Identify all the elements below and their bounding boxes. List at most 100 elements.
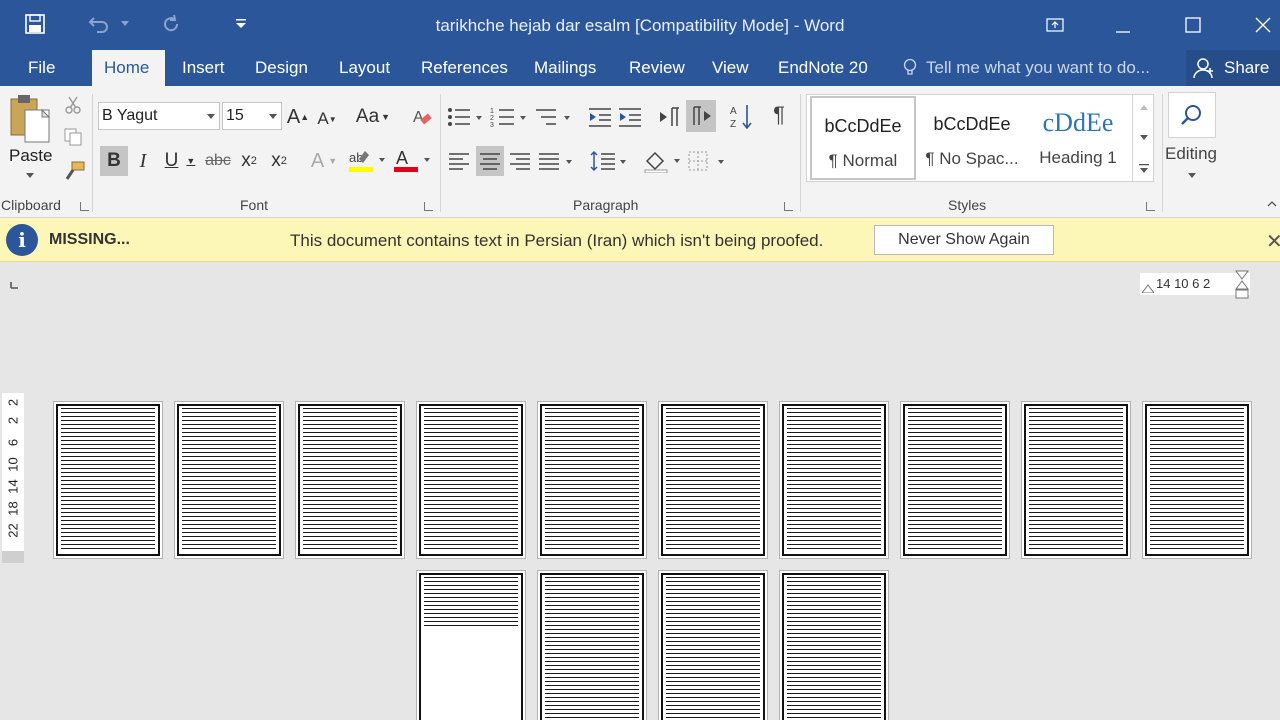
shading-icon[interactable]: [642, 148, 684, 174]
info-icon: i: [6, 224, 38, 256]
paste-label[interactable]: Paste: [9, 146, 52, 166]
ltr-text-direction-icon[interactable]: [656, 104, 684, 130]
page-thumbnail[interactable]: [900, 401, 1010, 559]
svg-text:2: 2: [490, 115, 494, 122]
tab-endnote[interactable]: EndNote 20: [766, 50, 880, 86]
page-thumbnail[interactable]: [416, 401, 526, 559]
borders-icon[interactable]: [686, 148, 728, 174]
tab-mailings[interactable]: Mailings: [522, 50, 608, 86]
bold-button[interactable]: B: [100, 146, 128, 176]
tab-design[interactable]: Design: [243, 50, 320, 86]
style-name: Heading 1: [1039, 148, 1117, 167]
maximize-icon[interactable]: [1178, 10, 1208, 40]
align-right-icon[interactable]: [507, 148, 533, 174]
style-normal[interactable]: bCcDdEe ¶ Normal: [810, 96, 916, 180]
rtl-text-direction-icon[interactable]: [686, 100, 716, 132]
format-painter-icon[interactable]: [62, 160, 86, 184]
page-thumbnail[interactable]: [658, 570, 768, 720]
highlight-color-icon[interactable]: ab: [346, 146, 388, 176]
grow-font-icon[interactable]: A ▲: [286, 104, 310, 130]
font-color-icon[interactable]: A: [392, 146, 432, 176]
vertical-ruler[interactable]: 2 2 6 10 14 18 22: [2, 393, 24, 561]
page-thumbnail[interactable]: [174, 401, 284, 559]
page-thumbnail[interactable]: [1021, 401, 1131, 559]
font-name-dropdown-icon[interactable]: [207, 114, 215, 119]
ribbon-display-options-icon[interactable]: [1040, 10, 1070, 40]
page-thumbnail[interactable]: [416, 570, 526, 720]
multilevel-list-icon[interactable]: [534, 104, 574, 130]
title-bar: tarikhche hejab dar esalm [Compatibility…: [0, 0, 1280, 50]
tab-selector-icon[interactable]: [2, 273, 26, 297]
styles-scroll-up-icon[interactable]: [1133, 98, 1155, 116]
style-heading-1[interactable]: cDdEe Heading 1: [1025, 96, 1131, 180]
decrease-indent-icon[interactable]: [586, 104, 614, 130]
styles-scroll-down-icon[interactable]: [1133, 128, 1155, 146]
page-thumbnail[interactable]: [53, 401, 163, 559]
svg-text:Z: Z: [730, 119, 736, 130]
font-size-dropdown-icon[interactable]: [269, 114, 277, 119]
justify-icon[interactable]: [537, 148, 577, 174]
share-label: Share: [1224, 58, 1270, 77]
ruler-label: 10: [5, 457, 21, 472]
lightbulb-icon[interactable]: [900, 58, 920, 78]
ruler-label: 2: [5, 398, 21, 407]
message-close-icon[interactable]: ✕: [1266, 229, 1280, 254]
close-icon[interactable]: [1248, 10, 1278, 40]
clear-formatting-icon[interactable]: A: [410, 104, 434, 130]
change-case-icon[interactable]: Aa ▼: [352, 104, 394, 130]
align-left-icon[interactable]: [446, 148, 472, 174]
font-size-combo[interactable]: 15: [222, 102, 282, 130]
cut-icon[interactable]: [62, 94, 84, 116]
right-indent-marker-icon[interactable]: [1234, 269, 1250, 301]
tab-home[interactable]: Home: [92, 50, 165, 86]
show-formatting-marks-icon[interactable]: ¶: [766, 100, 792, 130]
paragraph-launcher-icon[interactable]: [784, 202, 793, 211]
font-launcher-icon[interactable]: [424, 202, 433, 211]
text-effects-icon[interactable]: A ▼: [306, 146, 342, 176]
italic-button[interactable]: I: [132, 146, 154, 176]
sort-icon[interactable]: AZ: [728, 102, 756, 132]
page-thumbnail[interactable]: [1142, 401, 1252, 559]
styles-group-label: Styles: [948, 197, 987, 213]
style-no-spacing[interactable]: bCcDdEe ¶ No Spac...: [919, 96, 1025, 180]
tab-file[interactable]: File: [16, 50, 67, 86]
collapse-ribbon-icon[interactable]: [1266, 198, 1278, 210]
editing-dropdown-icon[interactable]: [1186, 170, 1198, 180]
strikethrough-button[interactable]: abc: [204, 146, 232, 176]
never-show-again-button[interactable]: Never Show Again: [874, 225, 1054, 255]
tell-me-search[interactable]: Tell me what you want to do...: [926, 50, 1150, 86]
line-spacing-icon[interactable]: [588, 148, 630, 174]
page-thumbnail[interactable]: [779, 401, 889, 559]
page-thumbnail[interactable]: [537, 401, 647, 559]
paste-dropdown-icon[interactable]: [24, 170, 36, 180]
tab-view[interactable]: View: [700, 50, 761, 86]
tab-review[interactable]: Review: [617, 50, 697, 86]
paste-icon[interactable]: [6, 92, 56, 146]
styles-more-icon[interactable]: [1133, 158, 1155, 178]
numbering-icon[interactable]: 123: [490, 104, 530, 130]
page-thumbnail[interactable]: [295, 401, 405, 559]
font-name-value: B Yagut: [102, 107, 158, 124]
tab-insert[interactable]: Insert: [170, 50, 237, 86]
minimize-icon[interactable]: [1108, 10, 1138, 40]
editing-button[interactable]: Editing: [1165, 144, 1217, 164]
clipboard-launcher-icon[interactable]: [80, 202, 89, 211]
underline-button[interactable]: U ▼: [160, 146, 200, 176]
increase-indent-icon[interactable]: [616, 104, 644, 130]
page-thumbnail[interactable]: [779, 570, 889, 720]
copy-icon[interactable]: [62, 126, 84, 148]
tab-layout[interactable]: Layout: [327, 50, 402, 86]
document-area[interactable]: 14 10 6 2 2 2 6 10 14 18 22: [0, 263, 1280, 720]
page-thumbnail[interactable]: [537, 570, 647, 720]
styles-launcher-icon[interactable]: [1146, 202, 1155, 211]
find-icon[interactable]: [1168, 92, 1216, 138]
bullets-icon[interactable]: [446, 104, 486, 130]
subscript-button[interactable]: x2: [236, 146, 262, 176]
superscript-button[interactable]: x2: [266, 146, 292, 176]
font-name-combo[interactable]: B Yagut: [98, 102, 220, 130]
align-center-icon[interactable]: [476, 146, 504, 176]
tab-references[interactable]: References: [409, 50, 520, 86]
page-thumbnail[interactable]: [658, 401, 768, 559]
indent-marker-icon[interactable]: [1141, 277, 1155, 295]
shrink-font-icon[interactable]: A ▼: [315, 106, 339, 132]
